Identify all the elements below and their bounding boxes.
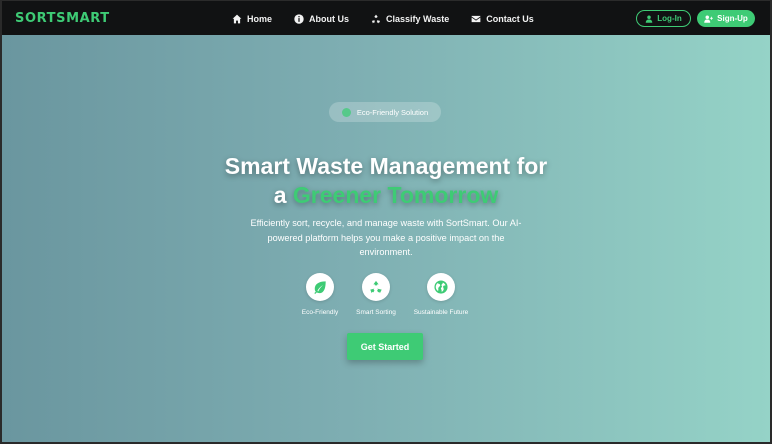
browser-viewport: SORTSMART Home About Us Classify Waste C…	[0, 0, 772, 444]
hero-section: Eco-Friendly Solution Smart Waste Manage…	[2, 35, 770, 442]
feature-list: Eco-Friendly Smart Sorting Sustainable F…	[2, 273, 770, 323]
leaf-icon	[341, 107, 351, 117]
nav-item-home[interactable]: Home	[232, 14, 272, 24]
feature-icon-circle	[362, 273, 390, 301]
hero-headline: Smart Waste Management for a Greener Tom…	[2, 152, 770, 210]
badge-label: Eco-Friendly Solution	[356, 107, 429, 117]
recycle-icon	[370, 280, 382, 294]
headline-highlight: Greener Tomorrow	[292, 182, 499, 208]
nav-item-about[interactable]: About Us	[294, 14, 349, 24]
home-icon	[232, 14, 242, 23]
nav-item-classify[interactable]: Classify Waste	[371, 14, 449, 24]
feature-label: Sustainable Future	[413, 309, 469, 316]
headline-line1: Smart Waste Management for	[224, 153, 548, 179]
login-button[interactable]: Log-In	[636, 10, 691, 27]
nav-item-label: Home	[247, 13, 273, 24]
feature-icon-circle	[427, 273, 455, 301]
envelope-icon	[471, 15, 481, 22]
user-icon	[646, 15, 653, 23]
signup-label: Sign-Up	[717, 14, 748, 23]
feature-label: Eco-Friendly	[301, 309, 339, 316]
signup-button[interactable]: Sign-Up	[697, 10, 755, 27]
get-started-button[interactable]: Get Started	[347, 333, 423, 360]
login-label: Log-In	[657, 14, 682, 23]
nav-item-label: Classify Waste	[386, 13, 450, 24]
globe-icon	[434, 280, 448, 294]
eco-badge: Eco-Friendly Solution	[329, 102, 441, 122]
user-plus-icon	[704, 15, 714, 23]
feature-label: Smart Sorting	[356, 309, 396, 316]
recycle-icon	[371, 14, 381, 23]
nav-item-contact[interactable]: Contact Us	[471, 14, 534, 24]
nav-item-label: Contact Us	[486, 13, 534, 24]
feature-sustainable-future: Sustainable Future	[401, 273, 481, 316]
leaf-icon	[314, 281, 326, 294]
navbar: SORTSMART Home About Us Classify Waste C…	[2, 0, 770, 35]
brand-logo[interactable]: SORTSMART	[15, 11, 110, 26]
hero-description: Efficiently sort, recycle, and manage wa…	[250, 218, 522, 257]
info-icon	[294, 13, 304, 24]
nav-links: Home About Us Classify Waste Contact Us	[232, 1, 556, 36]
headline-prefix: a	[273, 182, 287, 208]
feature-icon-circle	[306, 273, 334, 301]
nav-item-label: About Us	[309, 13, 350, 24]
